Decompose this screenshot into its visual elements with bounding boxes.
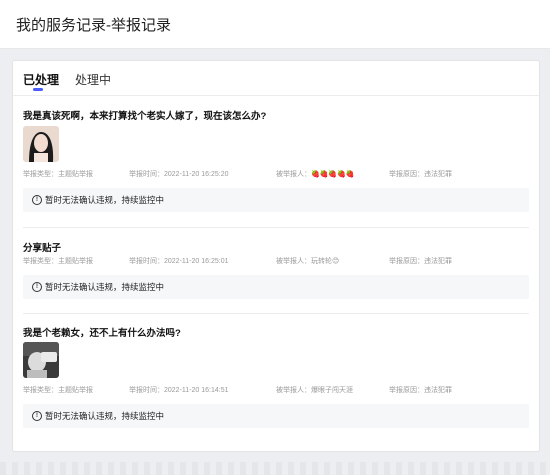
page-bottom-edge [0, 462, 550, 475]
status-text: 暂时无法确认违规，持续监控中 [45, 411, 165, 421]
post-thumbnail[interactable] [23, 342, 59, 378]
post-thumbnail[interactable] [23, 126, 59, 162]
record-meta: 举报类型：主题贴举报 举报时间：2022-11-20 16:25:20 被举报人… [23, 169, 529, 181]
page-header: 我的服务记录-举报记录 [0, 0, 550, 49]
info-icon: ! [32, 195, 42, 205]
report-reason: 举报原因：违法犯罪 [389, 171, 452, 178]
reported-user: 被举报人：🍓🍓🍓🍓🍓 [276, 171, 355, 178]
record-meta: 举报类型：主题贴举报 举报时间：2022-11-20 16:25:01 被举报人… [23, 256, 529, 268]
tab-bar: 已处理 处理中 [13, 61, 539, 96]
report-time: 举报时间：2022-11-20 16:14:51 [129, 387, 229, 394]
record-divider [23, 227, 529, 228]
record-title[interactable]: 我是个老赖女，还不上有什么办法吗? [23, 325, 181, 339]
tab-processing[interactable]: 处理中 [75, 71, 111, 88]
report-reason: 举报原因：违法犯罪 [389, 258, 452, 265]
record-title[interactable]: 分享贴子 [23, 240, 61, 254]
report-reason: 举报原因：违法犯罪 [389, 387, 452, 394]
record-meta: 举报类型：主题贴举报 举报时间：2022-11-20 16:14:51 被举报人… [23, 385, 529, 397]
record-title[interactable]: 我是真该死啊，本来打算找个老实人嫁了，现在该怎么办? [23, 108, 266, 122]
status-box: ! 暂时无法确认违规，持续监控中 [23, 275, 529, 299]
status-box: ! 暂时无法确认违规，持续监控中 [23, 404, 529, 428]
report-time: 举报时间：2022-11-20 16:25:01 [129, 258, 229, 265]
status-text: 暂时无法确认违规，持续监控中 [45, 195, 165, 205]
report-type: 举报类型：主题贴举报 [23, 387, 93, 394]
report-type: 举报类型：主题贴举报 [23, 258, 93, 265]
status-text: 暂时无法确认违规，持续监控中 [45, 282, 165, 292]
info-icon: ! [32, 282, 42, 292]
records-panel: 已处理 处理中 我是真该死啊，本来打算找个老实人嫁了，现在该怎么办? 举报类型：… [12, 60, 540, 452]
info-icon: ! [32, 411, 42, 421]
page-title: 我的服务记录-举报记录 [16, 17, 171, 34]
record-divider [23, 313, 529, 314]
reported-user: 被举报人：爆眼子闯天涯 [276, 387, 353, 394]
tab-processed[interactable]: 已处理 [23, 71, 59, 88]
reported-user: 被举报人：玩转轮😊 [276, 258, 340, 265]
report-type: 举报类型：主题贴举报 [23, 171, 93, 178]
report-time: 举报时间：2022-11-20 16:25:20 [129, 171, 229, 178]
active-tab-indicator [33, 88, 43, 91]
status-box: ! 暂时无法确认违规，持续监控中 [23, 188, 529, 212]
